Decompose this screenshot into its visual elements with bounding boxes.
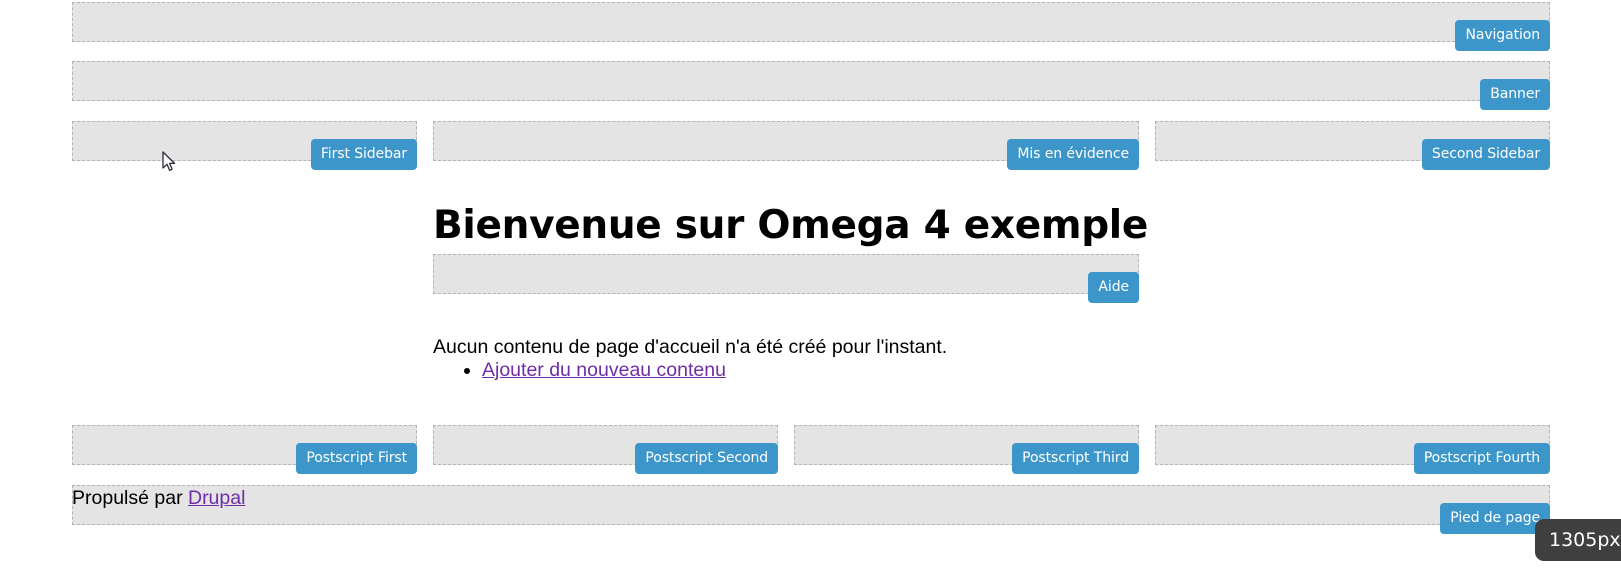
- region-help[interactable]: Aide: [433, 254, 1139, 303]
- drupal-link[interactable]: Drupal: [188, 487, 245, 509]
- region-label-footer: Pied de page: [1440, 503, 1550, 534]
- region-first-sidebar[interactable]: First Sidebar: [72, 121, 417, 170]
- region-label-first-sidebar: First Sidebar: [310, 139, 417, 170]
- page-title: Bienvenue sur Omega 4 exemple: [433, 203, 1149, 249]
- page-root: Navigation Banner First Sidebar Mis en é…: [0, 0, 1621, 568]
- region-navigation[interactable]: Navigation: [72, 2, 1550, 51]
- region-label-postscript-fourth: Postscript Fourth: [1413, 443, 1550, 474]
- region-label-postscript-first: Postscript First: [296, 443, 417, 474]
- region-second-sidebar[interactable]: Second Sidebar: [1155, 121, 1550, 170]
- region-label-banner: Banner: [1480, 79, 1550, 110]
- region-label-navigation: Navigation: [1455, 20, 1550, 51]
- footer-powered-by-text: Propulsé par: [72, 487, 188, 509]
- region-label-postscript-third: Postscript Third: [1012, 443, 1139, 474]
- region-banner[interactable]: Banner: [72, 61, 1550, 110]
- region-highlighted[interactable]: Mis en évidence: [433, 121, 1139, 170]
- region-label-highlighted: Mis en évidence: [1007, 139, 1139, 170]
- region-postscript-second[interactable]: Postscript Second: [433, 425, 778, 474]
- region-label-postscript-second: Postscript Second: [635, 443, 778, 474]
- viewport-width-indicator: 1305px: [1535, 519, 1621, 561]
- region-label-help: Aide: [1088, 272, 1139, 303]
- region-postscript-third[interactable]: Postscript Third: [794, 425, 1139, 474]
- region-postscript-first[interactable]: Postscript First: [72, 425, 417, 474]
- region-postscript-fourth[interactable]: Postscript Fourth: [1155, 425, 1550, 474]
- list-item: Ajouter du nouveau contenu: [482, 356, 726, 384]
- region-footer[interactable]: Pied de page: [72, 485, 1550, 534]
- add-new-content-link[interactable]: Ajouter du nouveau contenu: [482, 359, 726, 381]
- content-actions-list: Ajouter du nouveau contenu: [433, 356, 726, 384]
- footer-powered-by: Propulsé par Drupal: [72, 485, 245, 511]
- region-label-second-sidebar: Second Sidebar: [1421, 139, 1550, 170]
